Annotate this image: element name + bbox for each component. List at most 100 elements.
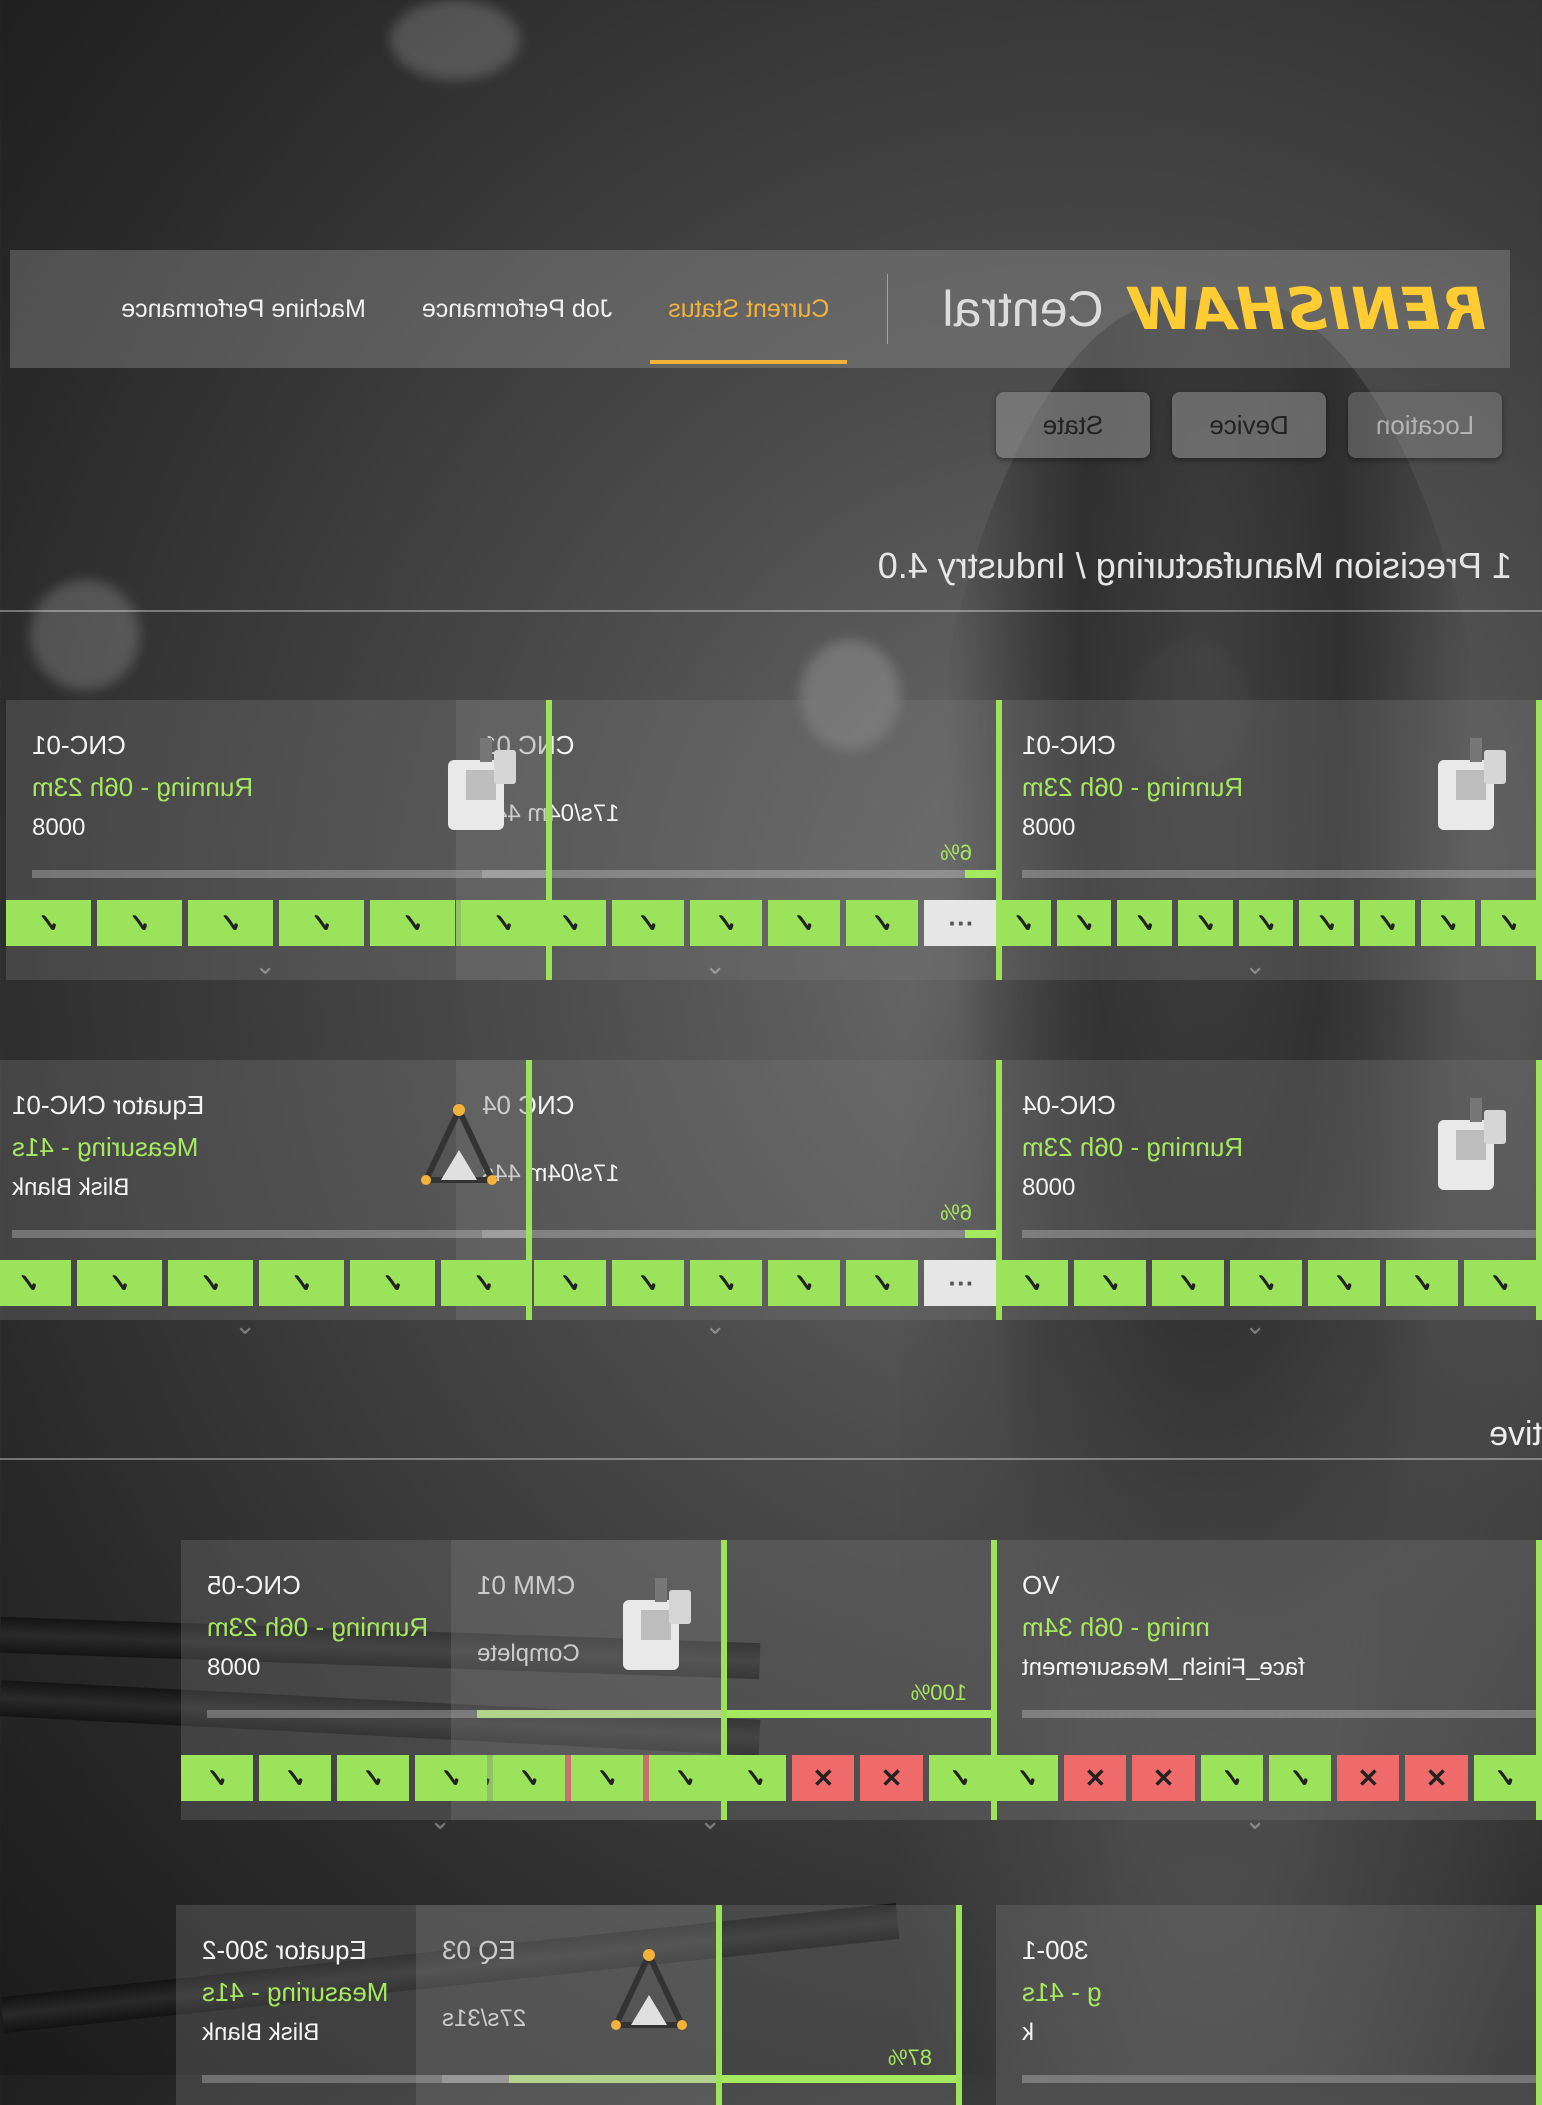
cycle-progress-bar bbox=[207, 1710, 721, 1718]
filter-location-button[interactable]: Location bbox=[1348, 392, 1502, 458]
cycle-progress-bar bbox=[1022, 1230, 1536, 1238]
device-detail: 0008 bbox=[32, 814, 86, 841]
step-pass: ✓ bbox=[181, 1755, 253, 1801]
job-progress-percent: 6% bbox=[940, 1200, 972, 1225]
nav-divider bbox=[887, 274, 889, 344]
device-card[interactable]: CNC-04 Running - 06h 23m 0008 ✓ ✓ ✓ ✓ ✓ ✓ ✓ ⌄ bbox=[996, 1060, 1542, 1340]
step-history-strip: ···✓✓✓✓✓✓ bbox=[456, 1260, 996, 1306]
hud-overlay: RENISHAW Central Current Status Job Perf… bbox=[0, 0, 1542, 2105]
job-progress-percent: 100% bbox=[910, 1680, 967, 1705]
device-name: CNC-01 bbox=[32, 730, 126, 760]
more-steps-button[interactable]: ··· bbox=[924, 900, 996, 946]
job-progress-bar bbox=[482, 870, 996, 878]
step-pass: ✓ bbox=[337, 1755, 409, 1801]
device-card[interactable]: CNC-01 Running - 06h 23m 0008 ✓ ✓ ✓ ✓ ✓ ✓ ⌄ bbox=[6, 700, 552, 980]
chevron-down-icon[interactable]: ⌄ bbox=[704, 950, 726, 981]
chevron-down-icon[interactable]: ⌄ bbox=[1244, 1310, 1266, 1341]
top-navigation-bar: RENISHAW Central Current Status Job Perf… bbox=[10, 250, 1510, 368]
step-pass: ✓ bbox=[1299, 900, 1354, 946]
filter-device-button[interactable]: Device bbox=[1172, 392, 1326, 458]
step-history-strip: ✓✕✕✓✓✕✕✓ bbox=[996, 1755, 1536, 1801]
step-pass: ✓ bbox=[441, 1260, 526, 1306]
step-pass: ✓ bbox=[768, 1260, 840, 1306]
step-pass: ✓ bbox=[995, 900, 1051, 946]
chevron-down-icon[interactable]: ⌄ bbox=[234, 1310, 256, 1341]
step-pass: ✓ bbox=[370, 900, 455, 946]
step-pass: ✓ bbox=[1359, 900, 1415, 946]
tab-machine-performance[interactable]: Machine Performance bbox=[93, 250, 394, 368]
step-history-strip: ✓ ✓ ✓ ✓ ✓ ✓ ✓ bbox=[996, 1260, 1536, 1306]
step-pass: ✓ bbox=[1464, 1260, 1536, 1306]
tab-job-performance[interactable]: Job Performance bbox=[394, 250, 640, 368]
device-name: 300-1 bbox=[1022, 1935, 1089, 1965]
step-pass: ✓ bbox=[928, 1755, 991, 1801]
chevron-down-icon[interactable]: ⌄ bbox=[1244, 950, 1266, 981]
device-name: CNC-05 bbox=[207, 1570, 301, 1600]
filter-bar: Location Device State bbox=[996, 392, 1502, 458]
step-pass: ✓ bbox=[259, 1260, 344, 1306]
device-detail: Blisk Blank bbox=[202, 2019, 320, 2046]
job-progress-fill bbox=[965, 870, 996, 878]
chevron-down-icon[interactable]: ⌄ bbox=[1244, 1805, 1266, 1836]
step-pass: ✓ bbox=[1238, 900, 1294, 946]
device-card[interactable]: VO nning - 06h 34m face_Finish_Measurement… bbox=[996, 1540, 1542, 1835]
cnc-machine-icon bbox=[611, 1570, 697, 1680]
step-pass: ✓ bbox=[1152, 1260, 1224, 1306]
device-card[interactable]: CNC 0417s/04m 44s6%···✓✓✓✓✓✓⌄ bbox=[456, 1060, 1002, 1340]
step-pass: ✓ bbox=[1269, 1755, 1332, 1801]
device-state: Measuring - 41s bbox=[12, 1132, 199, 1162]
device-name: CNC-01 bbox=[1022, 730, 1116, 760]
cycle-progress-bar bbox=[12, 1230, 526, 1238]
step-pass: ✓ bbox=[493, 1755, 565, 1801]
step-pass: ✓ bbox=[415, 1755, 487, 1801]
section-divider bbox=[0, 610, 1542, 612]
tab-current-status[interactable]: Current Status bbox=[640, 250, 857, 368]
step-fail: ✕ bbox=[1337, 1755, 1400, 1801]
cycle-progress-bar bbox=[1022, 870, 1536, 878]
job-progress-percent: 87% bbox=[887, 2045, 932, 2070]
device-card[interactable]: Equator 300-2 Measuring - 41s Blisk Blank bbox=[176, 1905, 722, 2105]
step-history-strip: ✓ ✓ ✓ ✓ ✓ ✓ bbox=[0, 1260, 526, 1306]
more-steps-button[interactable]: ··· bbox=[924, 1260, 996, 1306]
step-pass: ✓ bbox=[649, 1755, 721, 1801]
filter-state-button[interactable]: State bbox=[996, 392, 1150, 458]
section-label-active: tive bbox=[1489, 1415, 1542, 1453]
chevron-down-icon[interactable]: ⌄ bbox=[704, 1310, 726, 1341]
step-history-strip: ✓ ✓ ✓ ✓ ✓ ✓ ✓ bbox=[181, 1755, 721, 1801]
step-pass: ✓ bbox=[1420, 900, 1476, 946]
step-pass: ✓ bbox=[690, 1260, 762, 1306]
step-pass: ✓ bbox=[768, 900, 840, 946]
step-fail: ✕ bbox=[1132, 1755, 1195, 1801]
step-pass: ✓ bbox=[690, 900, 762, 946]
chevron-down-icon[interactable]: ⌄ bbox=[429, 1805, 451, 1836]
device-card[interactable]: 300-1 g - 41s k bbox=[996, 1905, 1542, 2105]
step-pass: ✓ bbox=[188, 900, 273, 946]
step-pass: ✓ bbox=[612, 1260, 684, 1306]
step-pass: ✓ bbox=[1056, 900, 1112, 946]
cycle-progress-bar bbox=[1022, 1710, 1536, 1718]
device-name: Equator 300-2 bbox=[202, 1935, 367, 1965]
device-state: Running - 06h 23m bbox=[1022, 1132, 1244, 1162]
chevron-down-icon[interactable]: ⌄ bbox=[254, 950, 276, 981]
section-divider bbox=[0, 1458, 1542, 1460]
device-detail: 0008 bbox=[1022, 1174, 1076, 1201]
device-detail: k bbox=[1022, 2019, 1034, 2046]
breadcrumb[interactable]: 1 Precision Manufacturing / Industry 4.0 bbox=[878, 545, 1512, 587]
cnc-machine-icon bbox=[1426, 1090, 1512, 1200]
step-pass: ✓ bbox=[168, 1260, 253, 1306]
brand: RENISHAW Central bbox=[918, 250, 1510, 368]
step-pass: ✓ bbox=[571, 1755, 643, 1801]
step-pass: ✓ bbox=[0, 1260, 71, 1306]
step-pass: ✓ bbox=[996, 1260, 1068, 1306]
device-card[interactable]: CNC-01 Running - 06h 23m 0008 ✓ ✓ ✓ ✓ ✓ ✓ ✓ ✓ ✓ ⌄ bbox=[995, 700, 1542, 981]
device-detail: Blisk Blank bbox=[12, 1174, 130, 1201]
step-pass: ✓ bbox=[1177, 900, 1233, 946]
step-pass: ✓ bbox=[1074, 1260, 1146, 1306]
device-state: g - 41s bbox=[1022, 1977, 1102, 2007]
step-pass: ✓ bbox=[350, 1260, 435, 1306]
device-card[interactable]: Equator CNC-01 Measuring - 41s Blisk Blank… bbox=[0, 1060, 532, 1340]
step-pass: ✓ bbox=[1200, 1755, 1263, 1801]
step-pass: ✓ bbox=[612, 900, 684, 946]
device-card[interactable]: CNC-05 Running - 06h 23m 0008 ✓ ✓ ✓ ✓ ✓ ✓ ✓ ⌄ bbox=[181, 1540, 727, 1835]
cnc-machine-icon bbox=[1426, 730, 1512, 840]
